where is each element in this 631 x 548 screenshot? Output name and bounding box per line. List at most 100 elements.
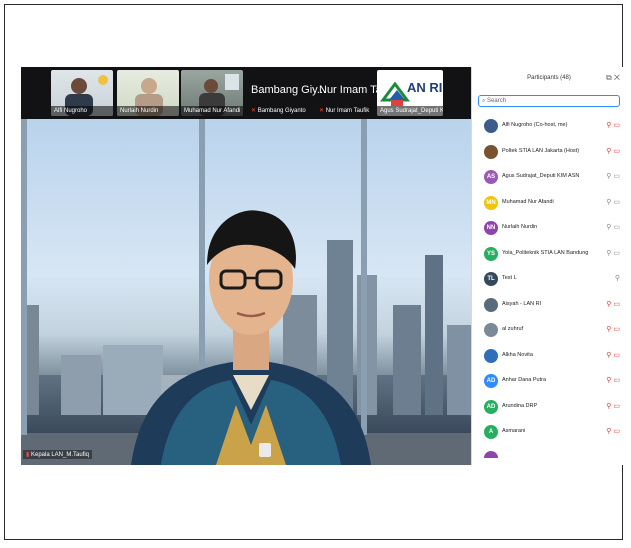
mic-muted-icon: ✕: [319, 108, 325, 114]
participant-row[interactable]: Aisyah - LAN RI ⚲ ▭: [472, 293, 625, 319]
participant-row[interactable]: al zuhruf ⚲ ▭: [472, 318, 625, 344]
participant-status: ⚲: [615, 274, 620, 282]
video-icon[interactable]: ▭: [613, 250, 620, 257]
participant-row[interactable]: YS Yola_Politeknik STIA LAN Bandung ⚲ ▭: [472, 242, 625, 268]
video-thumb[interactable]: Alfi Nugroho: [51, 70, 113, 116]
participant-name: Nurlaih Nurdin: [502, 224, 538, 230]
participant-row[interactable]: A Asmarani ⚲ ▭: [472, 420, 625, 446]
video-icon[interactable]: ▭: [613, 199, 620, 206]
mic-muted-icon[interactable]: ⚲: [606, 352, 611, 359]
participant-status: ⚲ ▭: [606, 249, 620, 257]
active-speaker-video: [121, 185, 381, 465]
video-thumb[interactable]: Muhamad Nur Afandi: [181, 70, 243, 116]
participant-name: Alkha Novita: [502, 351, 533, 358]
participant-name: Aisyah - LAN RI: [502, 300, 542, 307]
speaker-figure: [131, 210, 371, 465]
video-off-icon[interactable]: ▭: [613, 428, 620, 435]
participant-status: ⚲ ▭: [606, 147, 620, 155]
popout-icon[interactable]: ⧉: [606, 73, 612, 82]
participant-row[interactable]: AD Arundina DRP ⚲ ▭: [472, 395, 625, 421]
participant-status: ⚲ ▭: [606, 300, 620, 308]
avatar: [484, 144, 498, 159]
participant-row[interactable]: AS Agus Sudrajat_Deputi KIM ASN ⚲ ▭: [472, 165, 625, 191]
avatar: A: [484, 425, 498, 439]
thumb-name: Nurlaih Nurdin: [117, 106, 179, 116]
participant-status: ⚲ ▭: [606, 325, 620, 333]
mic-muted-icon: ✕: [251, 108, 257, 114]
participant-row[interactable]: Alkha Novita ⚲ ▭: [472, 344, 625, 370]
participant-status: ⚲ ▭: [606, 351, 620, 359]
video-icon[interactable]: ▭: [613, 173, 620, 180]
participant-row[interactable]: AD Anhar Dana Putra ⚲ ▭: [472, 369, 625, 395]
avatar: [484, 297, 498, 312]
participant-row[interactable]: Poltek STIA LAN Jakarta (Host) ⚲ ▭: [472, 140, 625, 166]
logo-text: AN RI: [407, 80, 443, 95]
participant-name: Test L: [502, 275, 517, 281]
video-strip: Alfi Nugroho Nurlaih Nurdin Muhamad Nur …: [21, 67, 471, 119]
thumb-name: Agus Sudrajat_Deputi KI...: [377, 106, 443, 116]
video-off-icon[interactable]: ▭: [613, 326, 620, 333]
participant-name: Asmarani: [502, 428, 526, 434]
mic-muted-icon[interactable]: ⚲: [606, 326, 611, 333]
participant-name: Anhar Dana Putra: [502, 377, 547, 383]
search-input[interactable]: ⌕ Search: [478, 95, 620, 107]
tile-display-name: Bambang Giy...: [251, 84, 326, 96]
participant-name: Arundina DRP: [502, 402, 538, 409]
video-thumb[interactable]: Nurlaih Nurdin: [117, 70, 179, 116]
avatar: AD: [484, 399, 498, 414]
avatar: YS: [484, 246, 498, 261]
mic-muted-icon[interactable]: ⚲: [606, 122, 611, 129]
search-icon: ⌕: [482, 98, 486, 104]
video-tile-no-camera[interactable]: Bambang Giy... ✕ Bambang Giyanto: [249, 70, 326, 116]
video-icon[interactable]: ▭: [613, 224, 620, 231]
participant-status: ⚲ ▭: [606, 121, 620, 129]
tile-name: ✕ Nur Imam Taufik: [319, 108, 370, 114]
panel-title: Participants (48): [527, 75, 571, 81]
avatar: [484, 450, 498, 458]
participant-row[interactable]: TL Test L ⚲: [472, 267, 625, 293]
mic-muted-icon[interactable]: ⚲: [606, 377, 611, 384]
search-placeholder: Search: [487, 98, 507, 104]
thumb-name: Alfi Nugroho: [51, 106, 113, 116]
video-off-icon[interactable]: ▭: [613, 352, 620, 359]
video-tile-no-camera[interactable]: Nur Imam Ta... ✕ Nur Imam Taufik: [317, 70, 391, 116]
participant-name: Poltek STIA LAN Jakarta (Host): [502, 147, 580, 154]
avatar: AS: [484, 170, 498, 184]
avatar: TL: [484, 272, 498, 286]
mic-muted-icon[interactable]: ⚲: [606, 403, 611, 410]
close-icon[interactable]: ✕: [614, 73, 620, 82]
mic-icon[interactable]: ⚲: [606, 173, 611, 180]
participant-list: Alfi Nugroho (Co-host, me) ⚲ ▭ Poltek ST…: [472, 114, 625, 458]
participant-status: ⚲ ▭: [606, 198, 620, 206]
participant-name: Yola_Politeknik STIA LAN Bandung: [502, 249, 589, 256]
participant-row[interactable]: Alfi Nugroho (Co-host, me) ⚲ ▭: [472, 114, 625, 140]
video-off-icon[interactable]: ▭: [613, 301, 620, 308]
participant-row[interactable]: MN Muhamad Nur Afandi ⚲ ▭: [472, 191, 625, 217]
mic-muted-icon: ▮: [26, 452, 30, 458]
video-off-icon[interactable]: ▭: [613, 377, 620, 384]
video-thumb-logo[interactable]: AN RI Agus Sudrajat_Deputi KI...: [377, 70, 443, 116]
mic-icon[interactable]: ⚲: [606, 250, 611, 257]
participant-status: ⚲ ▭: [606, 223, 620, 231]
mic-muted-icon[interactable]: ⚲: [606, 301, 611, 308]
participant-name: Muhamad Nur Afandi: [502, 198, 554, 205]
participant-status: ⚲ ▭: [606, 172, 620, 180]
thumb-name: Muhamad Nur Afandi: [181, 106, 243, 116]
mic-icon[interactable]: ⚲: [606, 224, 611, 231]
avatar: MN: [484, 195, 498, 210]
avatar: [484, 119, 498, 133]
participant-status: ⚲ ▭: [606, 402, 620, 410]
video-off-icon[interactable]: ▭: [613, 148, 620, 155]
zoom-meeting-screenshot: Alfi Nugroho Nurlaih Nurdin Muhamad Nur …: [21, 67, 625, 465]
participant-row[interactable]: [472, 446, 625, 458]
video-off-icon[interactable]: ▭: [613, 403, 620, 410]
mic-icon[interactable]: ⚲: [606, 199, 611, 206]
mic-muted-icon[interactable]: ⚲: [606, 428, 611, 435]
video-off-icon[interactable]: ▭: [613, 122, 620, 129]
participant-row[interactable]: NN Nurlaih Nurdin ⚲ ▭: [472, 216, 625, 242]
mic-icon[interactable]: ⚲: [615, 275, 620, 282]
mic-muted-icon[interactable]: ⚲: [606, 148, 611, 155]
tile-name: ✕ Bambang Giyanto: [251, 108, 306, 114]
avatar: [484, 348, 498, 363]
avatar: [484, 323, 498, 337]
